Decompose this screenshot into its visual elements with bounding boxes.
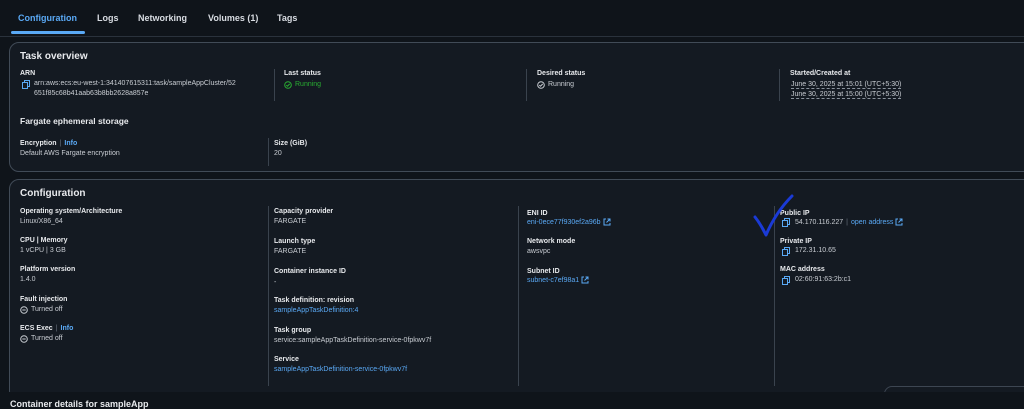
container-instance-value: - (274, 279, 277, 286)
fargate-storage-title: Fargate ephemeral storage (20, 116, 129, 126)
checkmark-annotation-icon (753, 194, 794, 237)
encryption-label: Encryption | Info (20, 140, 78, 147)
created-at-value[interactable]: June 30, 2025 at 15:00 (UTC+5:30) (791, 91, 902, 99)
task-definition-link[interactable]: sampleAppTaskDefinition:4 (274, 307, 358, 314)
public-ip-row: 54.170.116.227 | open address (795, 218, 903, 226)
arn-value-line1: arn:aws:ecs:eu-west-1:341407615311:task/… (34, 80, 236, 87)
divider (518, 206, 519, 386)
task-overview-title: Task overview (20, 51, 88, 62)
capacity-provider-label: Capacity provider (274, 208, 334, 215)
off-icon (20, 335, 28, 343)
service-label: Service (274, 356, 299, 363)
eni-id-link[interactable]: eni-0ece77f930ef2a96b (527, 218, 611, 226)
divider (268, 206, 269, 386)
mac-address-value: 02:60:91:63:2b:c1 (795, 276, 852, 283)
ecs-exec-info-link[interactable]: Info (61, 325, 74, 332)
tab-networking[interactable]: Networking (138, 13, 187, 23)
last-status-label: Last status (284, 70, 321, 77)
container-instance-label: Container instance ID (274, 268, 346, 275)
copy-icon[interactable] (22, 80, 30, 89)
cpu-memory-value: 1 vCPU | 3 GB (20, 247, 66, 254)
tab-configuration[interactable]: Configuration (18, 13, 77, 23)
off-icon (20, 306, 28, 314)
success-check-icon (284, 81, 292, 89)
container-details-title: Container details for sampleApp (10, 399, 149, 409)
copy-icon[interactable] (782, 247, 790, 256)
launch-type-label: Launch type (274, 238, 316, 245)
desired-status-value: Running (548, 81, 575, 88)
task-group-label: Task group (274, 327, 312, 334)
fault-injection-value: Turned off (31, 306, 63, 313)
launch-type-value: FARGATE (274, 248, 307, 255)
private-ip-label: Private IP (780, 238, 812, 245)
next-section-bar (0, 392, 1024, 406)
external-link-icon (581, 276, 589, 284)
os-value: Linux/X86_64 (20, 218, 63, 225)
configuration-title: Configuration (20, 188, 86, 199)
divider (526, 69, 527, 101)
eni-id-label: ENI ID (527, 210, 548, 217)
network-mode-label: Network mode (527, 238, 576, 245)
public-ip-value: 54.170.116.227 (795, 218, 844, 226)
subnet-id-label: Subnet ID (527, 268, 560, 275)
ecs-exec-value: Turned off (31, 335, 63, 342)
encryption-info-link[interactable]: Info (64, 140, 77, 147)
arn-value-line2: 651f85c68b41aab63b8bb2628a857e (34, 90, 149, 97)
ecs-exec-label: ECS Exec | Info (20, 325, 74, 332)
platform-version-label: Platform version (20, 266, 76, 273)
size-label: Size (GiB) (274, 140, 308, 147)
private-ip-value: 172.31.10.65 (795, 247, 836, 254)
task-overview-panel: Task overview ARN arn:aws:ecs:eu-west-1:… (9, 42, 1024, 172)
configuration-panel: Configuration Operating system/Architect… (9, 179, 1024, 401)
tab-bar: Configuration Logs Networking Volumes (1… (0, 0, 1024, 37)
task-group-value: service:sampleAppTaskDefinition-service-… (274, 337, 432, 344)
divider (268, 138, 269, 166)
capacity-provider-value: FARGATE (274, 218, 307, 225)
tab-logs[interactable]: Logs (97, 13, 119, 23)
cpu-memory-label: CPU | Memory (20, 237, 68, 244)
subnet-id-link[interactable]: subnet-c7ef98a1 (527, 276, 589, 284)
os-label: Operating system/Architecture (20, 208, 123, 215)
desired-status-label: Desired status (537, 70, 586, 77)
task-definition-label: Task definition: revision (274, 297, 354, 304)
started-created-label: Started/Created at (790, 70, 851, 77)
divider (274, 69, 275, 101)
arn-label: ARN (20, 70, 36, 77)
service-link[interactable]: sampleAppTaskDefinition-service-0fpkwv7f (274, 366, 407, 373)
divider (779, 69, 780, 101)
tab-volumes[interactable]: Volumes (1) (208, 13, 258, 23)
started-at-value[interactable]: June 30, 2025 at 15:01 (UTC+5:30) (791, 81, 902, 89)
fault-injection-label: Fault injection (20, 296, 68, 303)
external-link-icon (895, 218, 903, 226)
size-value: 20 (274, 150, 282, 157)
tab-tags[interactable]: Tags (277, 13, 297, 23)
encryption-value: Default AWS Fargate encryption (20, 150, 120, 157)
active-tab-indicator (11, 31, 85, 34)
mac-address-label: MAC address (780, 266, 825, 273)
status-check-icon (537, 81, 545, 89)
network-mode-value: awsvpc (527, 248, 551, 255)
platform-version-value: 1.4.0 (20, 276, 36, 283)
last-status-value: Running (295, 81, 322, 88)
external-link-icon (603, 218, 611, 226)
copy-icon[interactable] (782, 276, 790, 285)
open-address-link[interactable]: open address (851, 219, 893, 226)
